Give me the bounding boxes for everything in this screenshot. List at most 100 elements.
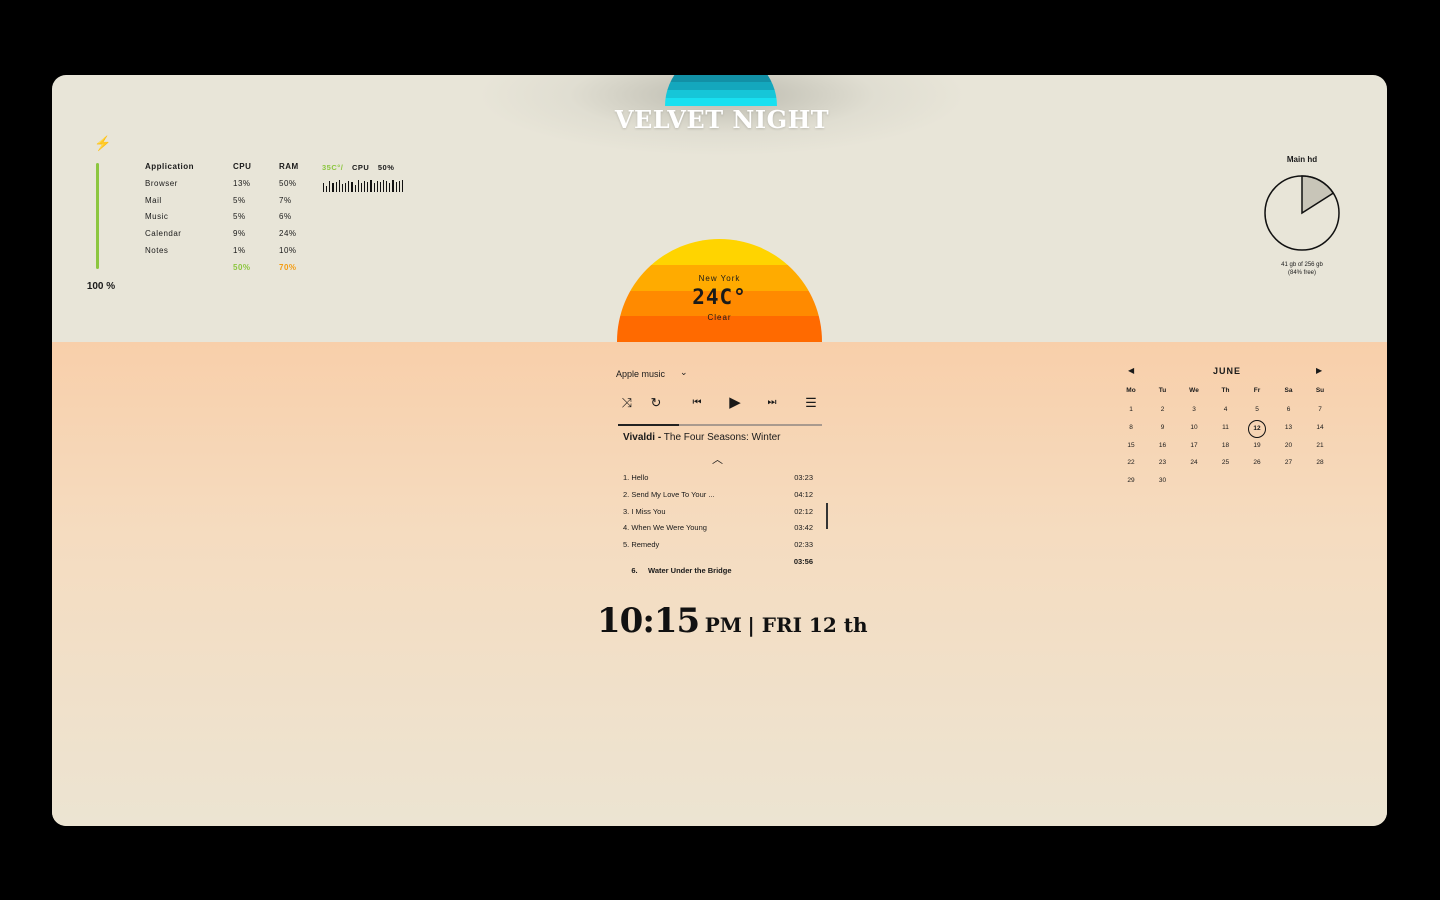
now-playing: Vivaldi - The Four Seasons: Winter: [623, 432, 781, 443]
cpu-history-bar: [376, 181, 378, 192]
calendar-day[interactable]: 13: [1277, 424, 1301, 431]
track-duration: 04:12: [794, 490, 813, 499]
cpu-header: CPU: [233, 162, 252, 171]
app-name: Music: [145, 212, 169, 222]
shuffle-icon[interactable]: ⤨: [616, 393, 638, 413]
cpu-history-bar: [348, 181, 350, 192]
app-ram: 7%: [279, 195, 292, 205]
calendar-day[interactable]: 19: [1245, 442, 1269, 449]
chevron-down-icon[interactable]: ⌄: [680, 367, 688, 378]
track-title: 5. Remedy: [623, 540, 660, 549]
track-row-active[interactable]: 6. Water Under the Bridge 03:56: [623, 557, 813, 593]
app-name: Calendar: [145, 229, 182, 239]
cpu-history-bar: [345, 183, 347, 192]
calendar-day[interactable]: 21: [1308, 442, 1332, 449]
app-cpu: 13%: [233, 178, 251, 188]
weather-condition: Clear: [707, 313, 732, 322]
track-progress-bar[interactable]: [618, 424, 822, 426]
calendar-weekday: Th: [1221, 387, 1230, 394]
app-name: Notes: [145, 245, 169, 255]
calendar-weekday: We: [1189, 387, 1199, 394]
calendar-next-icon[interactable]: ▶: [1316, 366, 1322, 375]
battery-level-text: 100 %: [86, 281, 116, 292]
cpu-history-graph: [323, 179, 404, 192]
calendar-prev-icon[interactable]: ◀: [1128, 366, 1134, 375]
calendar-day[interactable]: 16: [1151, 442, 1175, 449]
calendar-day[interactable]: 10: [1182, 424, 1206, 431]
cpu-history-bar: [379, 182, 381, 192]
calendar-day[interactable]: 26: [1245, 459, 1269, 466]
cpu-history-bar: [323, 183, 325, 192]
calendar-day[interactable]: 2: [1151, 406, 1175, 413]
calendar-day[interactable]: 22: [1119, 459, 1143, 466]
track-duration: 03:23: [794, 473, 813, 482]
calendar-day[interactable]: 24: [1182, 459, 1206, 466]
calendar-day[interactable]: 1: [1119, 406, 1143, 413]
cpu-history-bar: [389, 183, 391, 192]
calendar-day[interactable]: 11: [1214, 424, 1238, 431]
cpu-temp: 35C°/: [322, 163, 344, 172]
disk-free-text: (84% free): [1287, 270, 1316, 276]
calendar-weekday: Mo: [1126, 387, 1136, 394]
calendar-day[interactable]: 9: [1151, 424, 1175, 431]
playlist-icon[interactable]: ☰: [800, 393, 822, 413]
next-track-icon[interactable]: ⏭: [761, 393, 783, 413]
track-title: 3. I Miss You: [623, 507, 666, 516]
cpu-history-bar: [326, 186, 328, 192]
previous-track-icon[interactable]: ⏮: [686, 393, 708, 413]
calendar-day[interactable]: 5: [1245, 406, 1269, 413]
track-row[interactable]: 3. I Miss You 02:12: [623, 507, 813, 516]
ram-header: RAM: [279, 162, 299, 171]
moon-graphic: [665, 75, 777, 106]
chevron-up-icon[interactable]: ︿: [712, 451, 723, 467]
music-source-select[interactable]: Apple music: [616, 369, 665, 379]
cpu-history-bar: [382, 180, 385, 192]
calendar-day[interactable]: 4: [1214, 406, 1238, 413]
track-duration: 02:33: [794, 540, 813, 549]
calendar-day[interactable]: 30: [1151, 477, 1175, 484]
disk-usage-text: 41 gb of 256 gb: [1281, 262, 1323, 268]
cpu-history-bar: [360, 183, 363, 192]
calendar-day[interactable]: 27: [1277, 459, 1301, 466]
cpu-history-bar: [335, 182, 337, 192]
calendar-day[interactable]: 14: [1308, 424, 1332, 431]
calendar-day[interactable]: 23: [1151, 459, 1175, 466]
lightning-bolt-icon: ⚡: [94, 135, 112, 151]
repeat-icon[interactable]: ↻: [645, 393, 667, 413]
calendar-day[interactable]: 6: [1277, 406, 1301, 413]
cpu-history-bar: [341, 184, 344, 192]
calendar-day[interactable]: 15: [1119, 442, 1143, 449]
cpu-monitor-header: 35C°/ CPU 50%: [322, 163, 400, 172]
app-name: Browser: [145, 178, 178, 188]
calendar-day[interactable]: 3: [1182, 406, 1206, 413]
cpu-history-bar: [398, 181, 400, 192]
calendar-day[interactable]: 18: [1214, 442, 1238, 449]
track-row[interactable]: 5. Remedy 02:33: [623, 540, 813, 549]
cpu-history-bar: [392, 180, 394, 192]
track-row[interactable]: 2. Send My Love To Your ... 04:12: [623, 490, 813, 499]
tracklist-scrollbar[interactable]: [826, 503, 828, 529]
track-row[interactable]: 1. Hello 03:23: [623, 473, 813, 482]
app-cpu: 1%: [233, 245, 246, 255]
disk-title: Main hd: [1286, 155, 1318, 164]
app-header: Application: [145, 162, 195, 171]
track-duration: 03:42: [794, 523, 813, 532]
calendar-day[interactable]: 20: [1277, 442, 1301, 449]
cpu-history-bar: [338, 180, 340, 192]
calendar-day[interactable]: 7: [1308, 406, 1332, 413]
moon-stripe: [665, 90, 777, 98]
calendar-day[interactable]: 28: [1308, 459, 1332, 466]
calendar-month: JUNE: [1212, 366, 1241, 376]
calendar-day[interactable]: 25: [1214, 459, 1238, 466]
calendar-day[interactable]: 8: [1119, 424, 1143, 431]
calendar-day-today[interactable]: 12: [1248, 419, 1266, 438]
app-ram: 6%: [279, 212, 292, 222]
disk-used-slice: [1301, 175, 1335, 215]
moon-stripe: [665, 82, 777, 90]
calendar-day[interactable]: 17: [1182, 442, 1206, 449]
track-row[interactable]: 4. When We Were Young 03:42: [623, 523, 813, 532]
cpu-history-bar: [373, 183, 375, 192]
play-icon[interactable]: ▶: [724, 393, 746, 413]
calendar-day[interactable]: 29: [1119, 477, 1143, 484]
now-playing-song: The Four Seasons: Winter: [663, 432, 781, 443]
